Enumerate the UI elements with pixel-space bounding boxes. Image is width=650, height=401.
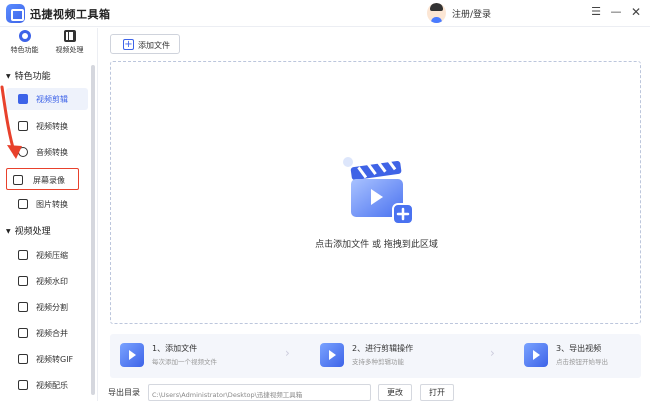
- sidebar-item-video-watermark[interactable]: 视频水印: [6, 270, 88, 292]
- section-video-processing-title: 视频处理: [14, 227, 51, 237]
- step-add-file: 1、添加文件 每次添加一个视频文件: [120, 341, 270, 371]
- video-compress-icon: [18, 250, 28, 260]
- sidebar-item-video-music[interactable]: 视频配乐: [6, 374, 88, 396]
- output-directory-row: 导出目录 C:\Users\Administrator\Desktop\迅捷视频…: [99, 382, 650, 401]
- sidebar: 特色功能 视频处理 ▼ 特色功能 视频剪辑 视频转换 音频转换 屏幕录像 图片转…: [0, 28, 98, 401]
- sidebar-item-video-compress[interactable]: 视频压缩: [6, 244, 88, 266]
- add-file-label: 添加文件: [138, 41, 170, 50]
- tab-featured[interactable]: 特色功能: [2, 30, 47, 60]
- film-icon: [63, 30, 76, 42]
- minimize-icon[interactable]: —: [608, 4, 624, 20]
- sidebar-item-image-convert[interactable]: 图片转换: [6, 193, 88, 215]
- caret-down-icon: ▼: [6, 73, 11, 80]
- login-link[interactable]: 注册/登录: [452, 7, 491, 20]
- step-title: 2、进行剪辑操作: [352, 344, 414, 353]
- close-icon[interactable]: ✕: [628, 4, 644, 20]
- video-gif-icon: [18, 354, 28, 364]
- tab-video-processing-label: 视频处理: [55, 46, 84, 54]
- star-circle-icon: [18, 30, 31, 42]
- edit-step-icon: [320, 343, 344, 367]
- sidebar-item-label: 视频水印: [36, 277, 68, 286]
- tab-featured-label: 特色功能: [10, 46, 39, 54]
- sidebar-item-label: 视频转换: [36, 122, 68, 131]
- plus-icon: +: [123, 39, 134, 50]
- user-avatar[interactable]: [427, 3, 446, 23]
- audio-convert-icon: [18, 147, 28, 157]
- sidebar-item-video-edit[interactable]: 视频剪辑: [6, 88, 88, 110]
- sidebar-item-video-convert[interactable]: 视频转换: [6, 115, 88, 137]
- sidebar-item-label: 视频配乐: [36, 381, 68, 390]
- section-featured-title: 特色功能: [14, 72, 51, 82]
- title-bar: 迅捷视频工具箱 注册/登录 ☰ — ✕: [0, 0, 650, 27]
- video-watermark-icon: [18, 276, 28, 286]
- sidebar-item-label: 视频转GIF: [36, 355, 74, 364]
- app-title: 迅捷视频工具箱: [30, 8, 111, 21]
- sidebar-item-label: 图片转换: [36, 200, 68, 209]
- output-path-field[interactable]: C:\Users\Administrator\Desktop\迅捷视频工具箱: [148, 384, 371, 401]
- step-desc: 点击按钮开始导出: [556, 358, 608, 366]
- sidebar-item-label: 视频合并: [36, 329, 68, 338]
- video-edit-icon: [18, 94, 28, 104]
- drop-zone[interactable]: 点击添加文件 或 拖拽到此区域: [110, 61, 641, 324]
- sidebar-item-label: 视频剪辑: [36, 95, 68, 104]
- step-desc: 支持多种剪辑功能: [352, 358, 404, 366]
- step-desc: 每次添加一个视频文件: [152, 358, 217, 366]
- video-add-icon: [343, 157, 414, 225]
- sidebar-item-label: 视频压缩: [36, 251, 68, 260]
- section-video-processing-header[interactable]: ▼ 视频处理: [6, 224, 51, 237]
- video-convert-icon: [18, 121, 28, 131]
- video-split-icon: [18, 302, 28, 312]
- image-convert-icon: [18, 199, 28, 209]
- chevron-right-icon: ›: [285, 346, 290, 360]
- video-merge-icon: [18, 328, 28, 338]
- section-featured-header[interactable]: ▼ 特色功能: [6, 69, 51, 82]
- add-file-step-icon: [120, 343, 144, 367]
- change-directory-button[interactable]: 更改: [378, 384, 412, 401]
- app-logo-icon: [6, 4, 25, 23]
- chevron-right-icon: ›: [490, 346, 495, 360]
- sidebar-item-audio-convert[interactable]: 音频转换: [6, 141, 88, 163]
- screen-record-icon: [13, 175, 23, 185]
- sidebar-item-label: 屏幕录像: [33, 176, 65, 185]
- add-file-button[interactable]: + 添加文件: [110, 34, 180, 54]
- sidebar-item-label: 视频分割: [36, 303, 68, 312]
- app-window: 迅捷视频工具箱 注册/登录 ☰ — ✕ 特色功能 视频处理 ▼ 特色功能 视频剪辑: [0, 0, 650, 401]
- sidebar-item-label: 音频转换: [36, 148, 68, 157]
- tab-video-processing[interactable]: 视频处理: [47, 30, 92, 60]
- sidebar-item-screen-record[interactable]: 屏幕录像: [6, 168, 79, 190]
- step-title: 1、添加文件: [152, 344, 198, 353]
- caret-down-icon: ▼: [6, 228, 11, 235]
- video-music-icon: [18, 380, 28, 390]
- sidebar-item-video-merge[interactable]: 视频合并: [6, 322, 88, 344]
- step-title: 3、导出视频: [556, 344, 602, 353]
- steps-bar: 1、添加文件 每次添加一个视频文件 › 2、进行剪辑操作 支持多种剪辑功能 › …: [110, 334, 641, 378]
- main-panel: + 添加文件 点击添加文件 或 拖拽到此区域 1、添加文件 每次添加一个视频文件…: [99, 28, 650, 401]
- sidebar-item-video-gif[interactable]: 视频转GIF: [6, 348, 88, 370]
- drop-zone-hint: 点击添加文件 或 拖拽到此区域: [315, 240, 438, 250]
- output-directory-label: 导出目录: [108, 388, 140, 397]
- open-directory-button[interactable]: 打开: [420, 384, 454, 401]
- sidebar-item-video-split[interactable]: 视频分割: [6, 296, 88, 318]
- sidebar-top-tabs: 特色功能 视频处理: [0, 28, 98, 62]
- step-export: 3、导出视频 点击按钮开始导出: [524, 341, 650, 371]
- export-step-icon: [524, 343, 548, 367]
- step-edit: 2、进行剪辑操作 支持多种剪辑功能: [320, 341, 470, 371]
- menu-icon[interactable]: ☰: [588, 4, 604, 20]
- sidebar-scrollbar[interactable]: [91, 65, 95, 395]
